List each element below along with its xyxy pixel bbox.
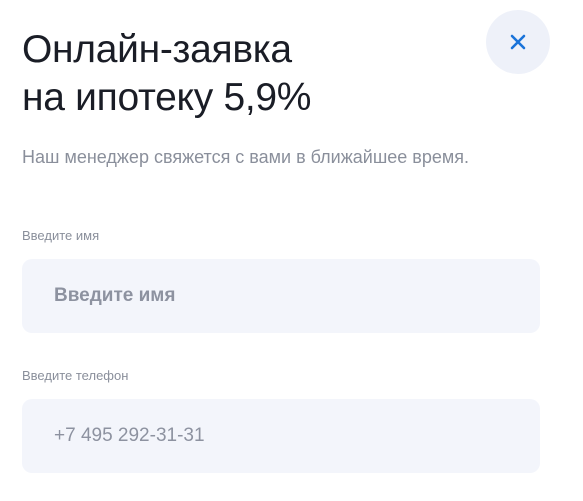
close-button[interactable] xyxy=(486,10,550,74)
name-input[interactable] xyxy=(22,259,540,333)
phone-input[interactable] xyxy=(22,399,540,473)
close-icon xyxy=(510,34,526,50)
phone-field-label: Введите телефон xyxy=(22,368,129,383)
dialog-subtitle: Наш менеджер свяжется с вами в ближайшее… xyxy=(22,147,470,167)
dialog-title-line-1: Онлайн-заявка xyxy=(22,28,292,71)
name-field-label: Введите имя xyxy=(22,228,100,243)
mortgage-application-dialog: Онлайн-заявка на ипотеку 5,9% Наш менедж… xyxy=(0,0,583,501)
dialog-title: Онлайн-заявка на ипотеку 5,9% xyxy=(22,26,462,122)
dialog-title-line-2: на ипотеку 5,9% xyxy=(22,76,312,119)
